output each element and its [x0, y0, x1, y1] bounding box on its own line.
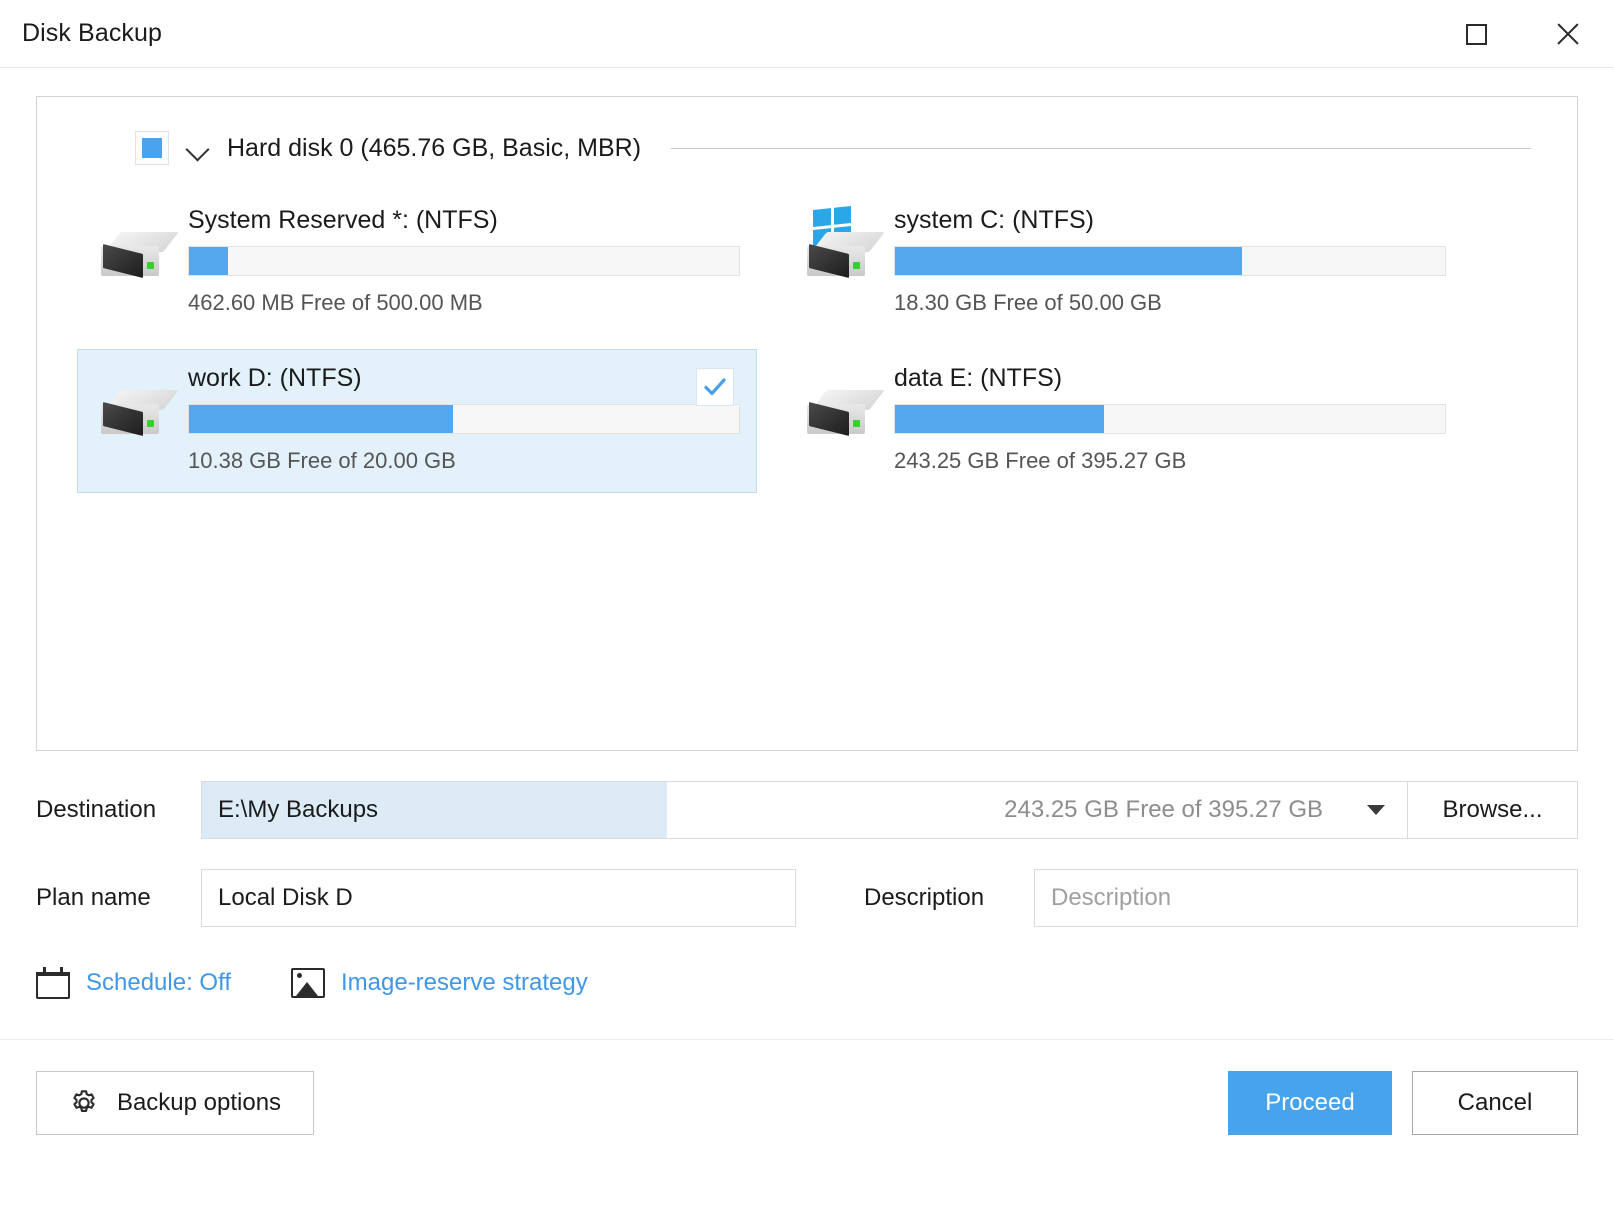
disk-selection-panel: Hard disk 0 (465.76 GB, Basic, MBR) Syst…	[36, 96, 1578, 751]
partition-space: 243.25 GB Free of 395.27 GB	[894, 448, 1187, 473]
calendar-icon	[36, 967, 70, 999]
usage-bar	[188, 246, 740, 276]
partition-grid: System Reserved *: (NTFS) 462.60 MB Free…	[77, 191, 1537, 493]
usage-bar-fill	[189, 405, 453, 433]
title-bar: Disk Backup	[0, 0, 1614, 68]
dialog-body: Hard disk 0 (465.76 GB, Basic, MBR) Syst…	[0, 68, 1614, 751]
backup-options-button[interactable]: Backup options	[36, 1070, 314, 1135]
window-title: Disk Backup	[22, 19, 163, 47]
partition-name: System Reserved *: (NTFS)	[188, 206, 498, 234]
destination-row: Destination E:\My Backups 243.25 GB Free…	[36, 781, 1578, 839]
description-label: Description	[864, 884, 985, 911]
close-button[interactable]	[1522, 0, 1614, 68]
usage-bar-fill	[895, 247, 1242, 275]
destination-free-space: 243.25 GB Free of 395.27 GB	[1004, 796, 1323, 823]
gear-icon	[69, 1088, 99, 1118]
plan-name-label: Plan name	[36, 884, 151, 911]
partition-item[interactable]: system C: (NTFS) 18.30 GB Free of 50.00 …	[783, 191, 1463, 335]
check-icon	[704, 378, 726, 396]
usage-bar	[188, 404, 740, 434]
usage-bar-fill	[189, 247, 228, 275]
destination-label: Destination	[36, 796, 157, 823]
window-controls	[1430, 0, 1614, 68]
image-icon	[290, 968, 325, 998]
destination-value[interactable]: E:\My Backups	[202, 782, 667, 838]
destination-field[interactable]: E:\My Backups 243.25 GB Free of 395.27 G…	[201, 781, 1578, 839]
checkbox-indeterminate-fill	[142, 138, 162, 158]
windows-drive-icon	[798, 206, 894, 284]
chevron-down-icon[interactable]	[185, 135, 211, 161]
usage-bar	[894, 404, 1446, 434]
partition-name: work D: (NTFS)	[188, 364, 362, 392]
footer-actions: Proceed Cancel	[1228, 1070, 1578, 1135]
description-input[interactable]: Description	[1034, 869, 1578, 927]
close-icon	[1554, 20, 1582, 48]
maximize-button[interactable]	[1430, 0, 1522, 68]
image-reserve-strategy-label: Image-reserve strategy	[340, 969, 588, 996]
image-reserve-strategy-link[interactable]: Image-reserve strategy	[290, 968, 588, 998]
partition-checkbox[interactable]	[696, 368, 734, 406]
partition-space: 462.60 MB Free of 500.00 MB	[188, 290, 483, 315]
drive-icon	[798, 364, 894, 442]
browse-button[interactable]: Browse...	[1407, 782, 1577, 838]
links-row: Schedule: Off Image-reserve strategy	[36, 967, 1578, 1039]
plan-row: Plan name Local Disk D Description Descr…	[36, 869, 1578, 927]
partition-item[interactable]: System Reserved *: (NTFS) 462.60 MB Free…	[77, 191, 757, 335]
partition-item[interactable]: data E: (NTFS) 243.25 GB Free of 395.27 …	[783, 349, 1463, 493]
disk-header-rule	[671, 147, 1531, 149]
partition-name: system C: (NTFS)	[894, 206, 1094, 234]
partition-name: data E: (NTFS)	[894, 364, 1063, 392]
form-area: Destination E:\My Backups 243.25 GB Free…	[0, 781, 1614, 1039]
usage-bar	[894, 246, 1446, 276]
disk-header-row: Hard disk 0 (465.76 GB, Basic, MBR)	[135, 131, 1537, 165]
chevron-down-icon	[1367, 805, 1385, 815]
proceed-button[interactable]: Proceed	[1228, 1070, 1392, 1135]
disk-label: Hard disk 0 (465.76 GB, Basic, MBR)	[227, 133, 642, 162]
partition-space: 10.38 GB Free of 20.00 GB	[188, 448, 456, 473]
schedule-link[interactable]: Schedule: Off	[36, 967, 231, 999]
cancel-button[interactable]: Cancel	[1412, 1070, 1578, 1135]
dialog-footer: Backup options Proceed Cancel	[0, 1039, 1614, 1165]
usage-bar-fill	[895, 405, 1104, 433]
partition-item-selected[interactable]: work D: (NTFS) 10.38 GB Free of 20.00 GB	[77, 349, 757, 493]
destination-dropdown-button[interactable]	[1345, 782, 1407, 838]
schedule-link-label: Schedule: Off	[86, 969, 231, 996]
maximize-icon	[1465, 23, 1487, 45]
backup-options-label: Backup options	[116, 1088, 282, 1116]
drive-icon	[92, 206, 188, 284]
disk-checkbox[interactable]	[135, 131, 169, 165]
drive-icon	[92, 364, 188, 442]
partition-space: 18.30 GB Free of 50.00 GB	[894, 290, 1162, 315]
plan-name-input[interactable]: Local Disk D	[201, 869, 796, 927]
